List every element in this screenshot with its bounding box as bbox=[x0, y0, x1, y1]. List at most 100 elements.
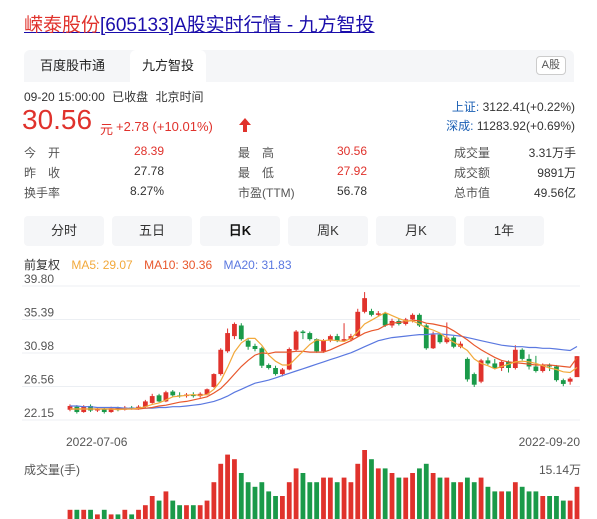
title-rest[interactable]: [605133]A股实时行情 - 九方智投 bbox=[100, 15, 375, 36]
stat-label: 换手率 bbox=[24, 186, 61, 200]
candle-body bbox=[252, 345, 258, 350]
volume-bar bbox=[547, 496, 552, 519]
volume-bar bbox=[492, 491, 498, 519]
volume-bar bbox=[389, 473, 395, 519]
candle-body bbox=[279, 369, 285, 375]
stat-label: 今 开 bbox=[24, 146, 61, 160]
candle-body bbox=[560, 380, 566, 384]
volume-bar bbox=[149, 496, 155, 519]
stat-item: 成交额 bbox=[454, 164, 490, 181]
tab-jiufang[interactable]: 九方智投 bbox=[130, 50, 207, 82]
period-button[interactable]: 月K bbox=[376, 216, 456, 246]
volume-bar bbox=[115, 514, 121, 519]
candle-body bbox=[519, 349, 525, 359]
market-status: 已收盘 bbox=[112, 90, 149, 104]
stat-label: 市盈(TTM) bbox=[238, 186, 295, 200]
volume-bar bbox=[197, 505, 203, 519]
kline-chart[interactable]: 39.80 35.39 30.98 26.56 22.15 2022-07-06 2022-… bbox=[0, 270, 597, 519]
volume-bar bbox=[129, 514, 135, 519]
volume-bar bbox=[184, 505, 189, 519]
volume-bar bbox=[238, 473, 244, 519]
volume-bar bbox=[218, 463, 224, 519]
volume-bar bbox=[512, 482, 518, 519]
up-arrow-icon bbox=[239, 118, 251, 132]
candle-body bbox=[149, 396, 155, 403]
stat-value: 28.39 bbox=[133, 144, 164, 158]
candle-body bbox=[156, 395, 162, 402]
period-button[interactable]: 周K bbox=[288, 216, 368, 246]
volume-bar bbox=[286, 482, 292, 519]
stat-item: 昨 收 bbox=[24, 164, 60, 181]
timezone: 北京时间 bbox=[155, 90, 204, 104]
stat-item: 今 开 bbox=[24, 144, 60, 161]
volume-bar bbox=[423, 463, 429, 519]
stat-item: 最 高 bbox=[238, 144, 274, 161]
stat-item: 总市值 bbox=[454, 184, 490, 201]
volume-bar bbox=[560, 500, 566, 519]
period-button[interactable]: 五日 bbox=[112, 216, 192, 246]
stat-item: 换手率 bbox=[24, 184, 60, 201]
volume-bar bbox=[403, 477, 409, 519]
y-tick-label: 39.80 bbox=[24, 272, 54, 286]
volume-bar bbox=[273, 496, 278, 519]
price-unit: 元 bbox=[100, 122, 114, 137]
volume-bar bbox=[341, 477, 347, 519]
volume-bar bbox=[321, 477, 326, 519]
volume-bar bbox=[170, 500, 176, 519]
stat-item: 市盈(TTM) bbox=[238, 184, 295, 201]
period-button[interactable]: 1年 bbox=[464, 216, 544, 246]
period-button[interactable]: 日K bbox=[200, 216, 280, 246]
y-tick-label: 26.56 bbox=[24, 373, 54, 387]
candle-body bbox=[471, 374, 477, 385]
volume-bar bbox=[245, 482, 251, 519]
volume-bar bbox=[232, 459, 237, 519]
stock-name[interactable]: 嵘泰股份 bbox=[24, 15, 100, 36]
volume-max: 15.14万 bbox=[538, 463, 581, 477]
volume-bar bbox=[300, 473, 306, 519]
page-title[interactable]: 嵘泰股份[605133]A股实时行情 - 九方智投 bbox=[24, 10, 375, 37]
candle-body bbox=[512, 349, 518, 368]
candle-body bbox=[307, 333, 313, 340]
y-tick-label: 35.39 bbox=[24, 305, 54, 319]
volume-bar bbox=[190, 505, 196, 519]
quote-time: 09-20 15:00:00 已收盘 北京时间 bbox=[24, 88, 203, 105]
stat-value: 8.27% bbox=[129, 184, 164, 198]
candle-body bbox=[259, 348, 265, 366]
volume-bar bbox=[375, 468, 381, 519]
y-tick-label: 30.98 bbox=[24, 339, 54, 353]
stat-value: 27.92 bbox=[336, 164, 367, 178]
volume-bar bbox=[519, 486, 525, 519]
candle-body bbox=[225, 333, 230, 352]
period-button[interactable]: 分时 bbox=[24, 216, 104, 246]
volume-bar bbox=[67, 509, 73, 519]
index-shanghai[interactable]: 上证: 3122.41(+0.22%) bbox=[452, 98, 575, 115]
stat-value: 27.78 bbox=[133, 164, 164, 178]
volume-bar bbox=[101, 509, 107, 519]
volume-bar bbox=[464, 477, 470, 519]
index-shenzhen[interactable]: 深成: 11283.92(+0.69%) bbox=[446, 117, 575, 134]
candle-body bbox=[245, 340, 251, 347]
tab-baidu[interactable]: 百度股市通 bbox=[28, 50, 117, 82]
volume-bar bbox=[122, 509, 128, 519]
stat-label: 最 低 bbox=[238, 166, 275, 180]
price-change: +2.78 (+10.01%) bbox=[116, 119, 213, 134]
volume-bar bbox=[334, 482, 340, 519]
candle-body bbox=[533, 366, 539, 372]
volume-bar bbox=[451, 482, 457, 519]
stat-item: 成交量 bbox=[454, 144, 490, 161]
volume-bar bbox=[177, 505, 183, 519]
candle-body bbox=[410, 314, 415, 320]
candle-body bbox=[382, 313, 388, 326]
candle-body bbox=[266, 364, 272, 368]
stat-value: 49.56亿 bbox=[533, 186, 576, 200]
volume-bar bbox=[279, 496, 285, 519]
candle-body bbox=[232, 323, 237, 337]
volume-bar bbox=[293, 468, 299, 519]
candle-body bbox=[211, 374, 217, 387]
volume-bar bbox=[499, 491, 505, 519]
volume-bar bbox=[458, 482, 463, 519]
stat-label: 成交量 bbox=[454, 146, 491, 160]
volume-bar bbox=[327, 477, 333, 519]
volume-bar bbox=[471, 482, 477, 519]
volume-bar bbox=[156, 500, 162, 519]
